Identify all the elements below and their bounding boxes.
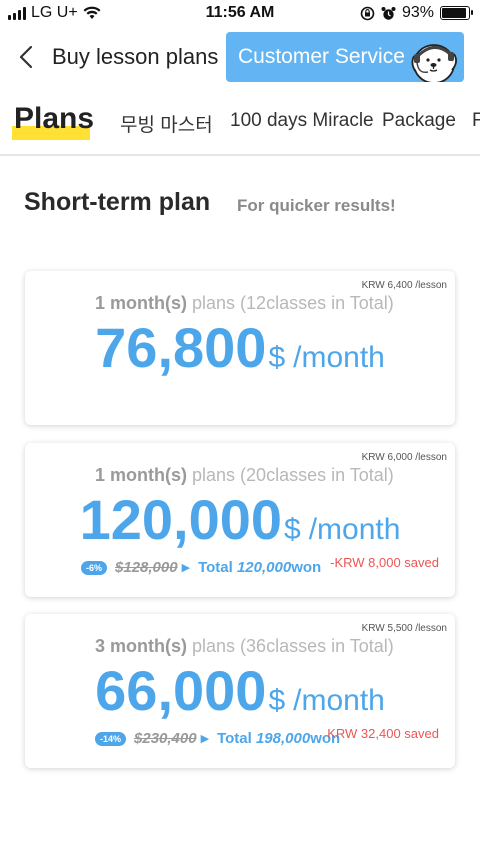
price-unit: /month xyxy=(293,341,385,374)
discount-badge: -14% xyxy=(95,731,127,746)
rotation-lock-icon xyxy=(360,6,375,20)
plan-card[interactable]: KRW 6,400 /lesson 1 month(s) plans (12cl… xyxy=(25,271,455,425)
seal-mascot-icon xyxy=(411,44,457,82)
monthly-price: 66,000 xyxy=(95,659,267,722)
per-lesson-price: KRW 5,500 /lesson xyxy=(361,623,447,634)
customer-service-label: Customer Service xyxy=(238,45,405,68)
plan-description: 1 month(s) plans (20classes in Total) xyxy=(95,465,394,486)
plan-months: 3 month(s) xyxy=(95,636,187,656)
discount-row: -6% $128,000 ▶ Total 120,000won xyxy=(81,559,321,576)
tab-100-days-miracle[interactable]: 100 days Miracle xyxy=(230,110,374,132)
total-label: Total xyxy=(217,730,252,747)
total-label: Total xyxy=(198,559,233,576)
plan-months: 1 month(s) xyxy=(95,293,187,313)
price-row: 66,000$/month xyxy=(25,658,455,723)
arrow-right-icon: ▶ xyxy=(181,562,191,574)
tab-plans[interactable]: Plans xyxy=(14,102,94,136)
monthly-price: 120,000 xyxy=(79,488,283,551)
plan-months: 1 month(s) xyxy=(95,465,187,485)
battery-icon xyxy=(440,6,473,20)
tab-moving-master[interactable]: 무빙 마스터 xyxy=(120,110,213,137)
customer-service-button[interactable]: Customer Service xyxy=(226,32,464,82)
alarm-icon xyxy=(381,6,396,20)
price-unit: /month xyxy=(308,513,401,546)
plan-classes: plans (12classes in Total) xyxy=(192,293,394,313)
status-bar: LG U+ 11:56 AM 93% xyxy=(0,0,480,28)
tab-package[interactable]: Package xyxy=(382,110,456,132)
chevron-left-icon xyxy=(19,45,33,69)
currency-symbol: $ xyxy=(268,684,286,717)
original-price: $230,400 xyxy=(134,730,197,747)
battery-level xyxy=(442,8,467,18)
plan-card[interactable]: KRW 6,000 /lesson 1 month(s) plans (20cl… xyxy=(25,443,455,597)
back-button[interactable] xyxy=(14,40,38,74)
total-price: Total 198,000won xyxy=(217,730,340,747)
per-lesson-price: KRW 6,400 /lesson xyxy=(361,280,447,291)
plan-card[interactable]: KRW 5,500 /lesson 3 month(s) plans (36cl… xyxy=(25,614,455,768)
total-price: Total 120,000won xyxy=(198,559,321,576)
section-subtitle: For quicker results! xyxy=(237,196,396,215)
price-row: 120,000$/month xyxy=(25,487,455,552)
total-unit: won xyxy=(291,559,322,576)
monthly-price: 76,800 xyxy=(95,316,267,379)
plan-classes: plans (36classes in Total) xyxy=(192,636,394,656)
currency-symbol: $ xyxy=(284,513,301,546)
per-lesson-price: KRW 6,000 /lesson xyxy=(361,452,447,463)
saved-amount: KRW 32,400 saved xyxy=(327,726,439,741)
discount-badge: -6% xyxy=(81,560,108,575)
original-price: $128,000 xyxy=(115,559,178,576)
section-title: Short-term plan xyxy=(24,188,211,216)
page-title: Buy lesson plans xyxy=(52,44,219,69)
header: Buy lesson plans Customer Service xyxy=(0,28,480,88)
battery-percent: 93% xyxy=(401,4,434,21)
plan-description: 3 month(s) plans (36classes in Total) xyxy=(95,636,394,657)
arrow-right-icon: ▶ xyxy=(200,733,210,745)
price-unit: /month xyxy=(293,684,385,717)
discount-row: -14% $230,400 ▶ Total 198,000won xyxy=(95,730,340,747)
total-value: 198,000 xyxy=(255,730,311,747)
plan-tabs: Plans 무빙 마스터 100 days Miracle Package F xyxy=(0,96,480,156)
total-value: 120,000 xyxy=(236,559,292,576)
price-row: 76,800$/month xyxy=(25,315,455,380)
currency-symbol: $ xyxy=(268,341,286,374)
status-right: 93% xyxy=(360,4,473,22)
plan-classes: plans (20classes in Total) xyxy=(192,465,394,485)
tab-more[interactable]: F xyxy=(472,110,480,132)
plan-description: 1 month(s) plans (12classes in Total) xyxy=(95,293,394,314)
saved-amount: -KRW 8,000 saved xyxy=(330,555,439,570)
